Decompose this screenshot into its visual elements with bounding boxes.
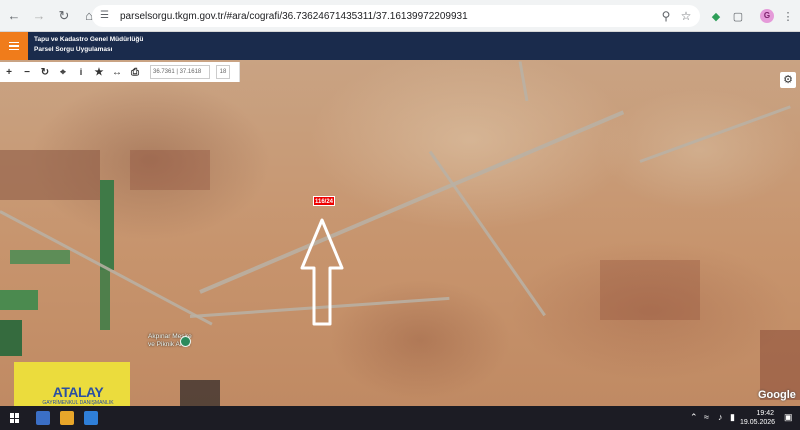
zoom-level-field[interactable]: 18 (216, 65, 230, 79)
app-header: Tapu ve Kadastro Genel Müdürlüğü Parsel … (0, 32, 800, 60)
clock-time: 19:42 (756, 410, 774, 417)
kebab-menu-icon[interactable]: ⋮ (778, 6, 798, 26)
notification-icon[interactable]: ▣ (784, 412, 793, 423)
road (199, 110, 625, 294)
dark-field (180, 380, 220, 406)
hamburger-menu-icon[interactable] (0, 32, 28, 60)
browser-toolbar: ← → ↻ ⌂ ☰ parselsorgu.tkgm.gov.tr/#ara/c… (0, 0, 800, 32)
app-title-line1: Tapu ve Kadastro Genel Müdürlüğü (34, 36, 144, 43)
forward-icon[interactable]: → (28, 5, 50, 27)
favorite-icon[interactable]: ★ (90, 62, 108, 82)
app-icon-1[interactable] (36, 411, 50, 425)
locate-icon[interactable]: ⌖ (54, 62, 72, 82)
info-icon[interactable]: i (72, 62, 90, 82)
windows-start-icon[interactable] (10, 413, 20, 423)
avatar[interactable]: G (760, 9, 774, 23)
green-field (0, 320, 22, 356)
app-title-line2: Parsel Sorgu Uygulaması (34, 46, 113, 53)
reload-icon[interactable]: ↻ (53, 5, 75, 27)
green-field (10, 250, 70, 264)
road (639, 105, 791, 163)
park-marker-icon[interactable] (180, 336, 191, 347)
parcel-label[interactable]: 116/24 (313, 196, 335, 206)
zoom-out-icon[interactable]: − (18, 62, 36, 82)
back-icon[interactable]: ← (3, 5, 25, 27)
puzzle-icon[interactable]: ▢ (728, 6, 748, 26)
up-arrow-annotation (300, 218, 344, 326)
dark-field (130, 150, 210, 190)
clock-date: 19.05.2026 (740, 419, 776, 426)
map-attribution: Google (758, 389, 796, 401)
app-title: Tapu ve Kadastro Genel Müdürlüğü Parsel … (34, 35, 143, 55)
zoom-in-icon[interactable]: + (0, 62, 18, 82)
url-text[interactable]: parselsorgu.tkgm.gov.tr/#ara/cografi/36.… (120, 11, 468, 22)
road (428, 150, 546, 317)
dark-field (0, 150, 100, 200)
speaker-icon[interactable]: ♪ (718, 412, 723, 422)
green-field (100, 180, 114, 270)
dark-field (600, 260, 700, 320)
refresh-icon[interactable]: ↻ (36, 62, 54, 82)
wifi-icon[interactable]: ≈ (704, 412, 709, 422)
address-bar[interactable]: ☰ parselsorgu.tkgm.gov.tr/#ara/cografi/3… (92, 5, 700, 27)
map-toolbar: + − ↻ ⌖ i ★ ↔ ⎙ 36.7361 | 37.1618 18 (0, 62, 240, 82)
location-pin-icon[interactable]: ⚲ (658, 8, 674, 24)
measure-icon[interactable]: ↔ (108, 62, 126, 82)
print-icon[interactable]: ⎙ (126, 62, 144, 82)
logo-name: ATALAY (52, 384, 104, 400)
shield-extension-icon[interactable]: ◆ (706, 6, 726, 26)
road (518, 61, 529, 102)
star-icon[interactable]: ☆ (678, 8, 694, 24)
map-canvas[interactable] (0, 60, 800, 406)
chevron-up-icon[interactable]: ⌃ (690, 412, 698, 423)
tune-icon[interactable]: ☰ (100, 10, 112, 22)
green-field (0, 290, 38, 310)
app-icon-3[interactable] (84, 411, 98, 425)
gear-icon[interactable]: ⚙ (780, 72, 796, 88)
green-field (100, 270, 110, 330)
os-taskbar: ⌃ ≈ ♪ ▮ 19:42 19.05.2026 ▣ (0, 406, 800, 430)
battery-icon[interactable]: ▮ (730, 412, 735, 423)
clock[interactable]: 19:42 19.05.2026 (740, 409, 776, 427)
coordinate-field[interactable]: 36.7361 | 37.1618 (150, 65, 210, 79)
app-icon-2[interactable] (60, 411, 74, 425)
